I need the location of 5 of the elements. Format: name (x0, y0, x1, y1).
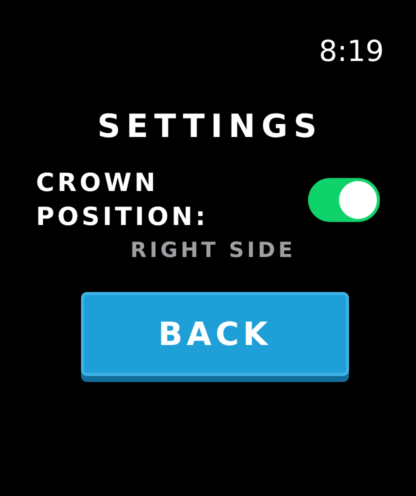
toggle-switch[interactable] (308, 178, 380, 222)
clock-time: 8:19 (318, 34, 384, 68)
screen-title: SETTINGS (96, 106, 324, 146)
setting-label: CROWN POSITION: (36, 167, 210, 233)
setting-value: RIGHT SIDE (130, 237, 296, 264)
